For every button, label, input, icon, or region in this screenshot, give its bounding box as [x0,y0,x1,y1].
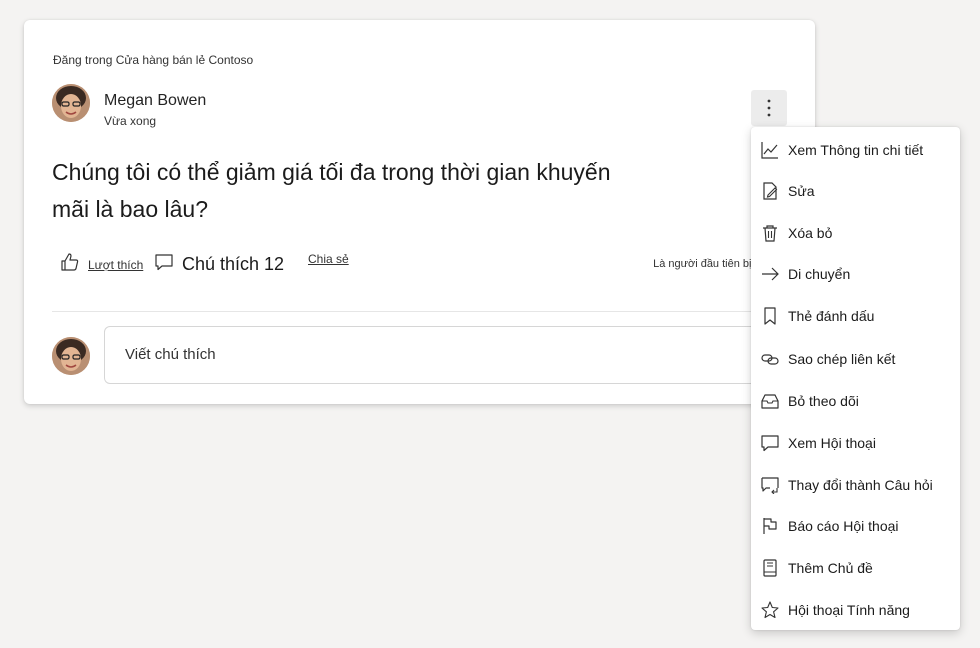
menu-item-feature-conversation[interactable]: Hội thoại Tính năng [751,592,960,628]
divider [52,311,787,312]
menu-item-label: Bỏ theo dõi [788,393,859,409]
trash-icon [760,223,780,243]
menu-item-label: Xem Thông tin chi tiết [788,142,924,158]
menu-item-delete[interactable]: Xóa bỏ [751,215,960,251]
menu-item-label: Xóa bỏ [788,225,833,241]
thumbs-up-icon [60,252,80,277]
menu-item-add-topic[interactable]: Thêm Chủ đề [751,550,960,586]
menu-item-change-to-question[interactable]: Thay đổi thành Câu hỏi [751,467,960,503]
menu-item-label: Di chuyển [788,266,851,282]
star-icon [760,600,780,620]
bookmark-icon [760,306,780,326]
link-icon [760,349,780,369]
share-button[interactable]: Chia sẻ [308,252,349,266]
menu-item-view-conversation[interactable]: Xem Hội thoại [751,425,960,461]
change-question-icon [760,475,780,495]
menu-item-view-insights[interactable]: Xem Thông tin chi tiết [751,132,960,168]
menu-item-label: Sửa [788,183,815,199]
like-label: Lượt thích [88,257,144,272]
more-vertical-icon [767,99,771,117]
post-timestamp: Vừa xong [104,114,157,128]
posted-in-label: Đăng trong Cửa hàng bán lẻ Contoso [53,53,254,67]
comment-button[interactable]: Chú thích 12 [154,252,284,277]
current-user-avatar [52,337,90,375]
menu-item-label: Báo cáo Hội thoại [788,518,899,534]
post-question: Chúng tôi có thể giảm giá tối đa trong t… [52,159,611,222]
conversation-card: Đăng trong Cửa hàng bán lẻ Contoso Megan… [24,20,815,404]
more-options-button[interactable] [751,90,787,126]
comment-box [104,326,784,384]
comment-icon [760,433,780,453]
menu-item-label: Thêm Chủ đề [788,560,873,576]
menu-item-label: Thẻ đánh dấu [788,308,875,324]
menu-item-label: Xem Hội thoại [788,435,876,451]
inbox-icon [760,391,780,411]
comment-input[interactable] [123,345,727,364]
edit-icon [760,181,780,201]
like-button[interactable]: Lượt thích [60,252,143,277]
book-icon [760,558,780,578]
menu-item-report-conversation[interactable]: Báo cáo Hội thoại [751,508,960,544]
menu-item-label: Thay đổi thành Câu hỏi [788,477,933,493]
menu-item-bookmark[interactable]: Thẻ đánh dấu [751,298,960,334]
menu-item-unfollow[interactable]: Bỏ theo dõi [751,383,960,419]
comment-count-label: Chú thích 12 [182,254,285,274]
author-name[interactable]: Megan Bowen [104,92,206,110]
menu-item-move[interactable]: Di chuyển [751,256,960,292]
menu-item-edit[interactable]: Sửa [751,173,960,209]
flag-icon [760,516,780,536]
menu-item-copy-link[interactable]: Sao chép liên kết [751,341,960,377]
menu-item-label: Sao chép liên kết [788,351,896,367]
author-avatar[interactable] [52,84,90,122]
arrow-right-icon [760,264,780,284]
chart-icon [760,140,780,160]
comment-icon [154,252,174,277]
more-options-menu: Xem Thông tin chi tiết Sửa Xóa bỏ Di chu… [751,127,960,630]
menu-item-label: Hội thoại Tính năng [788,602,910,618]
